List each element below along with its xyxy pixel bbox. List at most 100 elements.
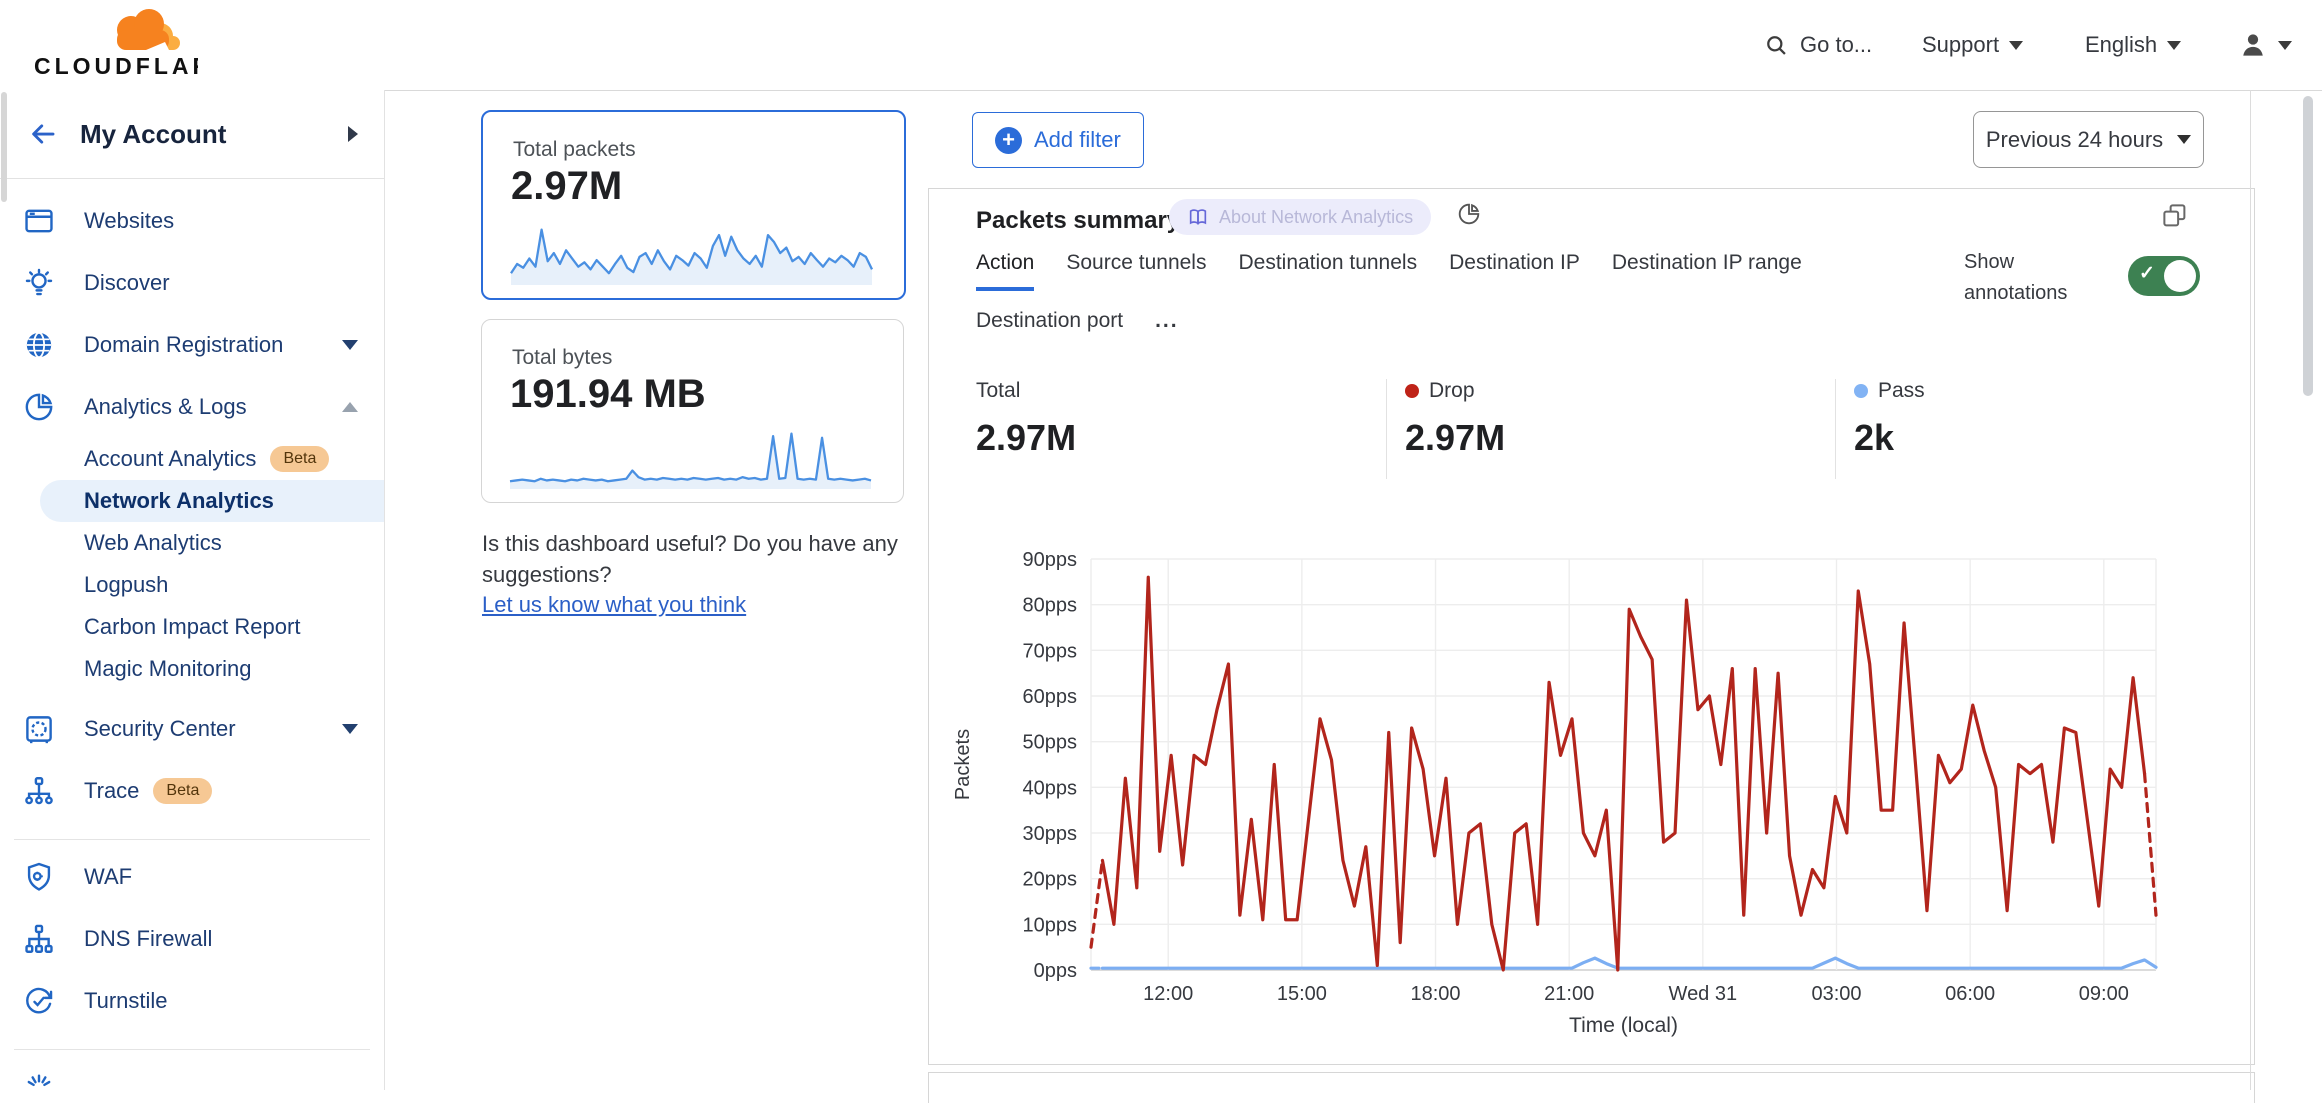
back-arrow-icon[interactable] [28, 119, 58, 149]
expand-panel-icon[interactable] [2160, 201, 2190, 236]
stat-total: Total 2.97M [976, 379, 1386, 479]
sidebar-divider [14, 839, 370, 840]
sidebar-item-label: Trace [84, 778, 139, 804]
sidebar-item-label: Account Analytics [84, 446, 256, 472]
show-annotations-toggle[interactable]: ✓ [2128, 256, 2200, 296]
safe-icon [22, 712, 62, 746]
stat-label: Total [976, 379, 1020, 403]
book-icon [1187, 206, 1209, 228]
stats-row: Total2.97MDrop2.97MPass2k [976, 379, 2206, 479]
tab-more[interactable]: ... [1155, 309, 1179, 345]
account-menu[interactable] [2238, 0, 2292, 90]
sidebar-item-domain-registration[interactable]: Domain Registration [0, 314, 384, 376]
sidebar-scrollbar-thumb[interactable] [1, 92, 7, 202]
tab-source-tunnels[interactable]: Source tunnels [1066, 251, 1206, 291]
content-right-divider [2250, 90, 2251, 1090]
x-tick-label: 18:00 [1410, 983, 1460, 1005]
about-pill-label: About Network Analytics [1219, 207, 1413, 228]
sidebar-item-analytics-logs[interactable]: Analytics & Logs [0, 376, 384, 438]
stat-value: 2.97M [976, 417, 1386, 459]
chevron-down-icon [2177, 135, 2191, 144]
rays-icon [22, 1070, 62, 1090]
sidebar-item-network-analytics[interactable]: Network Analytics [40, 480, 384, 522]
beta-badge: Beta [153, 778, 212, 803]
sidebar-item-turnstile[interactable]: Turnstile [0, 970, 384, 1032]
chevron-up-icon [342, 402, 358, 412]
y-tick-label: 0pps [1034, 960, 1077, 982]
tab-destination-tunnels[interactable]: Destination tunnels [1238, 251, 1417, 291]
x-tick-label: 21:00 [1544, 983, 1594, 1005]
x-tick-label: 03:00 [1811, 983, 1861, 1005]
sidebar-item-discover[interactable]: Discover [0, 252, 384, 314]
sidebar-item-web-analytics[interactable]: Web Analytics [0, 522, 384, 564]
dimension-tabs: Action Source tunnels Destination tunnels D… [976, 251, 1886, 345]
total-packets-card[interactable]: Total packets 2.97M [481, 110, 906, 300]
trace-icon [22, 774, 62, 808]
page-scrollbar-thumb[interactable] [2303, 96, 2313, 396]
y-tick-label: 80pps [1023, 595, 1078, 617]
sidebar-divider [14, 1049, 370, 1050]
plus-circle-icon: + [995, 127, 1022, 154]
panel-title: Packets summary [976, 207, 1180, 235]
support-menu[interactable]: Support [1922, 0, 2023, 90]
sidebar-item-security-center[interactable]: Security Center [0, 698, 384, 760]
y-tick-label: 40pps [1023, 777, 1078, 799]
y-tick-label: 60pps [1023, 686, 1078, 708]
sidebar-item-label: Analytics & Logs [84, 394, 247, 420]
check-icon: ✓ [2139, 262, 2155, 285]
sidebar-item-websites[interactable]: Websites [0, 190, 384, 252]
drop-legend-dot [1405, 384, 1419, 398]
sidebar-item-dns-firewall[interactable]: DNS Firewall [0, 908, 384, 970]
goto-search[interactable]: Go to... [1763, 0, 1872, 90]
y-tick-label: 20pps [1023, 869, 1078, 891]
sidebar-item-label: DNS Firewall [84, 926, 212, 952]
about-network-analytics-pill[interactable]: About Network Analytics [1169, 199, 1431, 235]
sidebar-item-magic-monitoring[interactable]: Magic Monitoring [0, 648, 384, 690]
pass-legend-dot [1854, 384, 1868, 398]
x-tick-label: 12:00 [1143, 983, 1193, 1005]
sidebar-item-account-analytics[interactable]: Account AnalyticsBeta [0, 438, 384, 480]
sidebar-item-trace[interactable]: Trace Beta [0, 760, 384, 822]
cloudflare-logo[interactable]: CLOUDFLARE [18, 6, 198, 84]
add-filter-button[interactable]: + Add filter [972, 112, 1144, 168]
pie-chart-icon[interactable] [1456, 201, 1482, 232]
stat-value: 2.97M [1405, 417, 1835, 459]
x-axis-label: Time (local) [1569, 1014, 1678, 1037]
lightbulb-icon [22, 266, 62, 300]
chevron-down-icon [342, 340, 358, 350]
card-value: 191.94 MB [510, 372, 706, 417]
sidebar-item-label: Web Analytics [84, 530, 222, 556]
sidebar-item-waf[interactable]: WAF [0, 846, 384, 908]
total-bytes-card[interactable]: Total bytes 191.94 MB [481, 319, 904, 503]
stat-pass: Pass2k [1835, 379, 2194, 479]
language-label: English [2085, 32, 2157, 58]
drop-line [1102, 577, 2144, 970]
chevron-down-icon [2167, 41, 2181, 50]
card-title: Total packets [513, 138, 636, 162]
sidebar-item-logpush[interactable]: Logpush [0, 564, 384, 606]
y-tick-label: 90pps [1023, 549, 1078, 571]
sidebar-item-label: Carbon Impact Report [84, 614, 300, 640]
y-tick-label: 70pps [1023, 640, 1078, 662]
sidebar-item-label: Network Analytics [84, 488, 274, 514]
sidebar-item-label: Websites [84, 208, 174, 234]
svg-text:CLOUDFLARE: CLOUDFLARE [34, 53, 198, 79]
tab-destination-ip[interactable]: Destination IP [1449, 251, 1580, 291]
stat-value: 2k [1854, 417, 2194, 459]
dns-icon [22, 922, 62, 956]
time-range-dropdown[interactable]: Previous 24 hours [1973, 111, 2204, 168]
user-icon [2238, 30, 2268, 60]
chevron-right-icon[interactable] [348, 126, 358, 142]
language-menu[interactable]: English [2085, 0, 2181, 90]
sidebar-item-item[interactable] [0, 1056, 384, 1090]
search-icon [1763, 32, 1790, 59]
sidebar-nav: Websites DiscoverDomain Registration Analy… [0, 190, 384, 1090]
sidebar-item-carbon-impact-report[interactable]: Carbon Impact Report [0, 606, 384, 648]
account-name[interactable]: My Account [80, 119, 226, 150]
feedback-link[interactable]: Let us know what you think [482, 592, 746, 618]
shield-gear-icon [22, 860, 62, 894]
sidebar: My Account Websites DiscoverDomain Regist… [0, 90, 385, 1090]
tab-destination-port[interactable]: Destination port [976, 309, 1123, 345]
tab-action[interactable]: Action [976, 251, 1034, 291]
tab-destination-ip-range[interactable]: Destination IP range [1612, 251, 1802, 291]
